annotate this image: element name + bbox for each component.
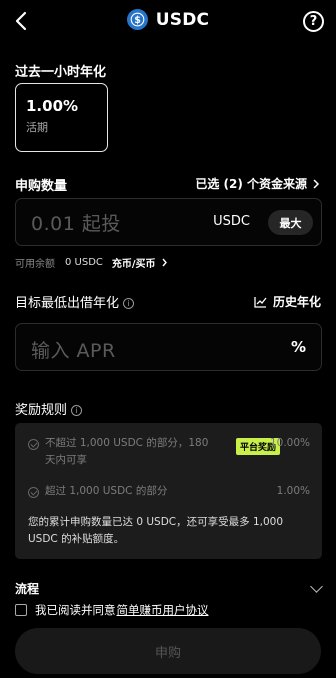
check-circle-icon (28, 487, 39, 498)
process-section-title[interactable]: 流程 (15, 580, 39, 597)
available-value: 0 USDC (65, 257, 103, 268)
rate-value: 1.00% (26, 97, 79, 115)
amount-placeholder: 0.01 起投 (31, 213, 121, 235)
tier-2-pct: 1.00% (276, 485, 310, 497)
history-apr-link[interactable]: 历史年化 (254, 293, 321, 310)
available-label: 可用余额 (15, 259, 55, 270)
chevron-right-icon (313, 178, 320, 189)
check-circle-icon (28, 439, 39, 450)
tier-1-line-1: 不超过 1,000 USDC 的部分，180 (45, 437, 209, 449)
chevron-down-icon[interactable] (310, 580, 323, 593)
rate-type: 活期 (26, 121, 48, 134)
subscribe-label: 申购数量 (15, 179, 68, 194)
reward-label: 奖励规则 (15, 403, 68, 418)
target-apr-label: 目标最低出借年化 (15, 296, 120, 311)
help-icon[interactable]: ? (303, 11, 324, 32)
apr-unit: % (290, 338, 306, 356)
usdc-coin-icon: $ (126, 9, 148, 30)
deposit-link[interactable]: 充币/买币 (112, 255, 168, 270)
fund-source-text: 已选 (2) 个资金来源 (195, 177, 307, 191)
amount-unit: USDC (213, 214, 250, 229)
agreement-prefix: 我已阅读并同意 (35, 603, 116, 617)
apr-placeholder: 输入 APR (31, 340, 116, 362)
apr-input[interactable]: 输入 APR % (15, 323, 322, 371)
svg-text:$: $ (134, 15, 141, 26)
tier-2-line-1: 超过 1,000 USDC 的部分 (45, 485, 168, 497)
subsidy-note-line-1: 您的累计申购数量已达 0 USDC，还可享受最多 1,000 (28, 516, 284, 528)
subsidy-note: 您的累计申购数量已达 0 USDC，还可享受最多 1,000 USDC 的补贴额… (28, 514, 313, 548)
info-icon[interactable]: i (123, 298, 135, 309)
history-apr-text: 历史年化 (272, 295, 321, 309)
agreement-row[interactable]: 我已阅读并同意 简单赚币用户协议 (15, 602, 209, 618)
reward-label-row: 奖励规则 i (15, 399, 83, 418)
available-balance: 可用余额 0 USDC 充币/买币 (15, 255, 168, 270)
subsidy-note-line-2: USDC 的补贴额度。 (28, 533, 125, 545)
header-bar: $ USDC ? (0, 0, 336, 44)
max-button[interactable]: 最大 (268, 210, 313, 235)
subscribe-button[interactable]: 申购 (15, 628, 321, 674)
rate-card[interactable]: 1.00% 活期 (15, 83, 108, 152)
amount-input[interactable]: 0.01 起投 USDC 最大 (15, 198, 322, 246)
target-apr-label-row: 目标最低出借年化 i (15, 292, 135, 311)
agreement-checkbox[interactable] (15, 604, 27, 616)
reward-card: 不超过 1,000 USDC 的部分，180 天内可享 平台奖励 10.00% … (15, 423, 322, 559)
past-hour-label: 过去一小时年化 (15, 65, 107, 80)
tier-1-line-2: 天内可享 (45, 454, 87, 466)
chevron-right-icon (162, 258, 167, 267)
tier-1-pct: 10.00% (269, 437, 310, 449)
title-group: $ USDC (0, 9, 336, 30)
deposit-link-text: 充币/买币 (111, 259, 156, 270)
page-title: USDC (155, 9, 210, 30)
info-icon[interactable]: i (71, 405, 83, 416)
fund-source-link[interactable]: 已选 (2) 个资金来源 (195, 175, 320, 192)
agreement-link[interactable]: 简单赚币用户协议 (117, 602, 209, 618)
line-chart-icon (254, 296, 267, 308)
